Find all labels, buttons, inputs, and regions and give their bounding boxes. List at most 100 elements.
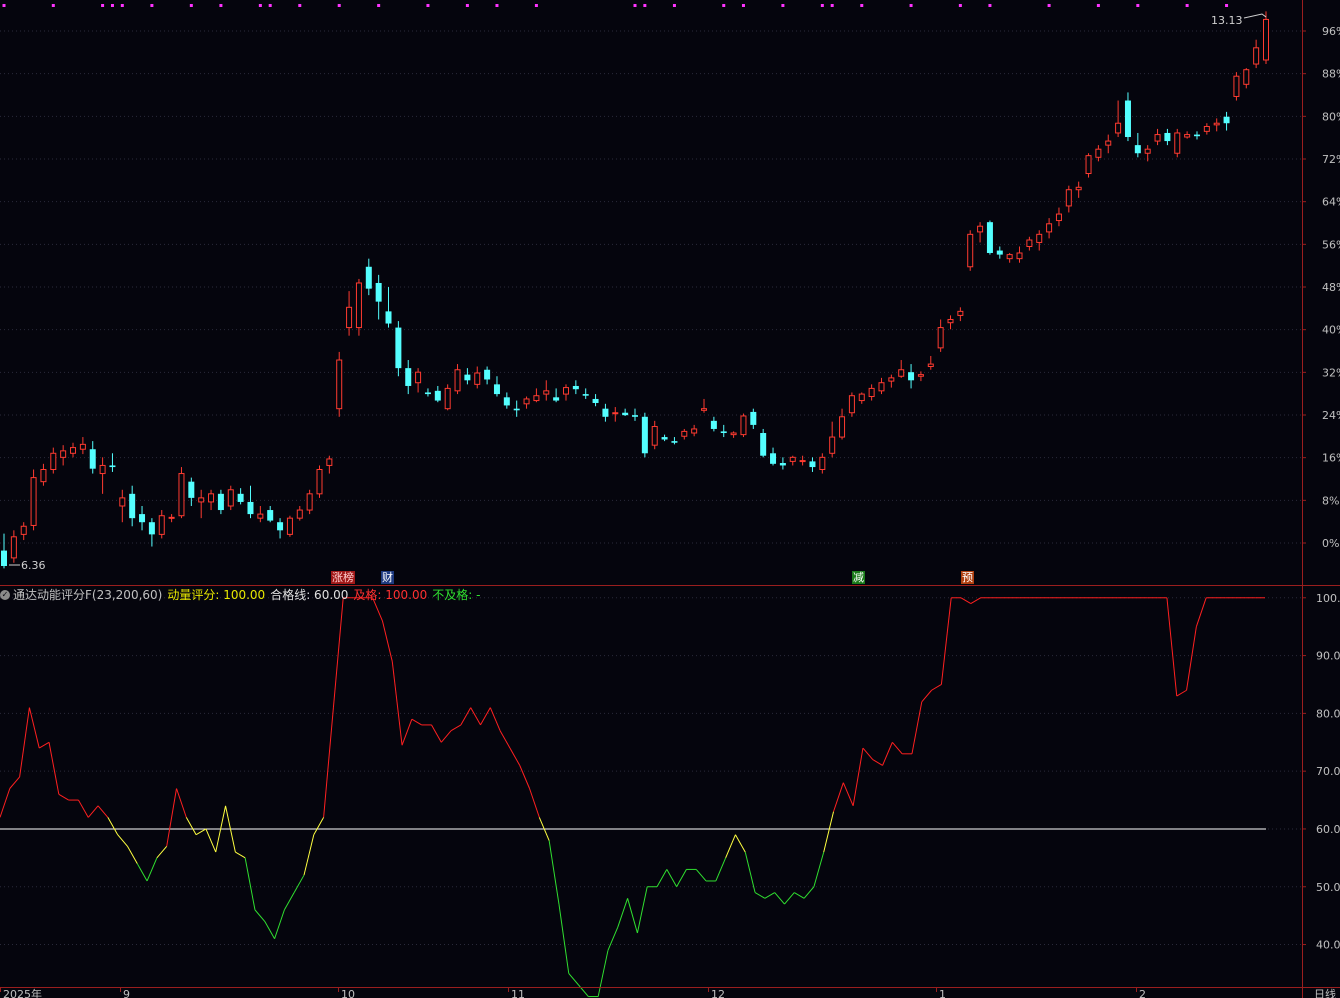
finance-marker[interactable]: 财: [381, 571, 394, 584]
candle-body: [868, 387, 875, 398]
date-label: 9: [123, 988, 130, 998]
reduce-marker[interactable]: 减: [852, 571, 865, 584]
score-segment: [107, 817, 119, 835]
score-segment: [607, 927, 619, 951]
candle-body: [474, 372, 481, 385]
candle-body: [809, 461, 816, 468]
candle-body: [208, 493, 215, 503]
candle-body: [1164, 132, 1171, 142]
candle-body: [109, 465, 116, 468]
signal-dot: [150, 4, 154, 7]
candle-body: [454, 369, 461, 392]
score-segment: [235, 851, 246, 859]
limit-up-marker[interactable]: 涨榜: [331, 571, 355, 584]
candle-body: [277, 522, 284, 531]
candle-body: [375, 282, 382, 302]
score-segment: [303, 834, 315, 876]
signal-dot: [426, 4, 430, 7]
score-segment: [48, 742, 60, 795]
candle-body: [415, 371, 422, 384]
date-label: 10: [341, 988, 355, 998]
candle-body: [740, 415, 747, 436]
candle-body: [858, 393, 865, 402]
score-segment: [744, 851, 756, 893]
candle-body: [986, 222, 993, 253]
candle-body: [178, 473, 185, 517]
candle-body: [217, 493, 224, 511]
candle-body: [947, 318, 954, 324]
signal-dot: [1225, 4, 1229, 7]
score-segment: [293, 874, 305, 893]
candle-body: [119, 497, 126, 507]
candle-body: [848, 395, 855, 414]
signal-dot: [337, 4, 341, 7]
candle-body: [1253, 47, 1260, 65]
candle-body: [139, 514, 146, 523]
candle-body: [789, 456, 796, 462]
momentum-score-line: [0, 597, 1266, 998]
score-segment: [1166, 597, 1178, 697]
candle-body: [227, 489, 234, 507]
score-segment: [489, 707, 501, 731]
candle-body: [701, 408, 708, 411]
score-segment: [695, 869, 707, 882]
score-segment: [891, 741, 903, 755]
stock-chart: 13.13 6.36 96% 88% 80% 72% 64% 56% 48% 40% 32% 24%…: [0, 0, 1340, 998]
candle-body: [641, 416, 648, 454]
signal-dot: [268, 4, 272, 7]
candle-body: [996, 250, 1003, 255]
score-segment: [666, 869, 678, 887]
score-segment: [578, 984, 589, 997]
price-pct-label: 56%: [1322, 238, 1340, 251]
signal-dot: [820, 4, 824, 7]
candle-body: [1095, 148, 1102, 158]
candle-body: [158, 515, 165, 535]
signal-dot: [988, 4, 992, 7]
candle-body: [1193, 134, 1200, 137]
score-segment: [332, 597, 344, 708]
candle-body: [651, 426, 658, 446]
score-segment: [381, 620, 393, 662]
score-segment: [244, 857, 256, 910]
score-segment: [431, 724, 442, 743]
candle-body: [257, 513, 264, 519]
price-pct-label: 8%: [1322, 494, 1339, 507]
candle-body: [168, 516, 175, 519]
indicator-name[interactable]: 通达动能评分F(23,200,60): [13, 587, 162, 603]
candle-body: [829, 436, 836, 454]
candle-body: [395, 327, 402, 369]
price-pct-label: 24%: [1322, 409, 1340, 422]
candle-body: [908, 372, 915, 381]
candle-body: [79, 443, 86, 450]
indicator-legend: ✓ 通达动能评分F(23,200,60) 动量评分: 100.00 合格线: 6…: [0, 587, 485, 603]
score-segment: [97, 805, 109, 818]
candle-body: [503, 397, 510, 406]
candle-body: [1065, 189, 1072, 207]
candle-body: [355, 282, 362, 329]
score-segment: [166, 788, 178, 847]
signal-dot: [741, 4, 745, 7]
candle-body: [267, 510, 274, 521]
candle-body: [513, 408, 520, 411]
candle-body: [720, 431, 727, 434]
candle-body: [326, 458, 333, 466]
price-pct-label: 16%: [1322, 452, 1340, 465]
signal-dots: [2, 4, 1229, 7]
score-segment: [940, 597, 952, 685]
candle-body: [1174, 132, 1181, 154]
candle-body: [967, 233, 974, 268]
signal-dot: [1136, 4, 1140, 7]
signal-dot: [860, 4, 864, 7]
candle-body: [1046, 223, 1053, 233]
signal-dot: [258, 4, 262, 7]
collapse-icon[interactable]: ✓: [0, 590, 10, 600]
score-segment: [636, 886, 648, 934]
score-segment: [391, 661, 403, 746]
score-segment: [38, 741, 50, 749]
score-segment: [558, 904, 570, 974]
score-segment: [313, 817, 325, 835]
score-segment: [264, 921, 276, 940]
candle-body: [1263, 18, 1269, 61]
score-segment: [185, 817, 197, 835]
forecast-marker[interactable]: 预: [961, 571, 974, 584]
